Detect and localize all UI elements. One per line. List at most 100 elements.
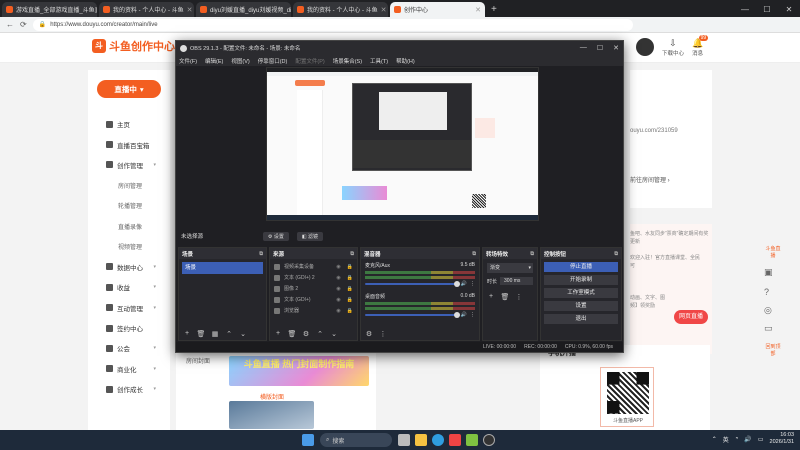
maximize-icon[interactable]: ☐ [597, 44, 603, 52]
gear-icon[interactable]: ⚙ [364, 330, 374, 338]
obs-menu-item[interactable]: 视图(V) [231, 57, 249, 65]
more-icon[interactable]: ⋮ [378, 330, 388, 338]
close-tab-icon[interactable]: ✕ [187, 6, 193, 14]
exit-button[interactable]: 退出 [544, 314, 618, 324]
wifi-icon[interactable]: ◔ [735, 436, 739, 442]
obs-menu-item[interactable]: 编辑(E) [205, 57, 223, 65]
edge-browser-icon[interactable] [432, 434, 444, 446]
more-icon[interactable]: ⋮ [470, 281, 475, 287]
refresh-icon[interactable]: ⟳ [20, 20, 27, 29]
rail-item-top[interactable]: 回到顶部 [764, 343, 782, 357]
obs-menu-item[interactable]: 工具(T) [370, 57, 388, 65]
maximize-icon[interactable]: ☐ [756, 2, 778, 17]
start-recording-button[interactable]: 开始录制 [544, 275, 618, 285]
more-icon[interactable]: ⋮ [514, 293, 524, 301]
feedback-icon[interactable]: ▭ [764, 323, 773, 334]
obs-preview[interactable] [266, 67, 539, 221]
obs-menu-item[interactable]: 配置文件(P) [295, 57, 324, 65]
browser-tab[interactable]: 我的资料 - 个人中心 - 斗鱼 ✕ [293, 2, 388, 17]
visibility-icon[interactable]: ◉ [336, 308, 340, 314]
dock-menu-icon[interactable]: ⧉ [259, 251, 263, 257]
up-arrow-icon[interactable]: ⌃ [224, 330, 234, 338]
headset-icon[interactable]: ◎ [764, 305, 772, 316]
app-icon[interactable] [449, 434, 461, 446]
dock-menu-icon[interactable]: ⧉ [614, 251, 618, 257]
taskview-icon[interactable] [398, 434, 410, 446]
more-icon[interactable]: ⋮ [470, 312, 475, 318]
sidebar-item[interactable]: 房间管理 [88, 175, 170, 195]
transition-select[interactable]: 渐变 ▾ [487, 263, 533, 273]
sidebar-item[interactable]: 商业化 ▾ [88, 359, 170, 379]
sidebar-item[interactable]: 视频管理 [88, 236, 170, 256]
source-item[interactable]: 视频采集设备 ◉ 🔒 [270, 261, 357, 272]
windows-start-icon[interactable] [302, 434, 314, 446]
trash-icon[interactable]: 🗑 [500, 293, 510, 301]
down-arrow-icon[interactable]: ⌄ [238, 330, 248, 338]
source-item[interactable]: 图像 2 ◉ 🔒 [270, 283, 357, 294]
sidebar-item[interactable]: 创作管理 ▾ [88, 155, 170, 175]
sidebar-item[interactable]: 数据中心 ▾ [88, 257, 170, 277]
sidebar-item[interactable]: 公会 ▾ [88, 338, 170, 358]
obs-menu-item[interactable]: 场景集合(S) [333, 57, 362, 65]
filter-icon[interactable]: ▦ [210, 330, 220, 338]
close-window-icon[interactable]: ✕ [613, 44, 619, 52]
studio-mode-button[interactable]: 工作室模式 [544, 288, 618, 298]
cover-guide-banner[interactable]: 斗鱼直播 热门封面制作指南 [229, 356, 369, 386]
volume-slider[interactable] [365, 281, 460, 287]
sidebar-item[interactable]: 签约中心 [88, 318, 170, 338]
visibility-icon[interactable]: ◉ [336, 286, 340, 292]
add-icon[interactable]: + [273, 330, 283, 337]
lock-icon[interactable]: 🔒 [347, 264, 353, 270]
obs-menu-item[interactable]: 帮助(H) [396, 57, 415, 65]
trash-icon[interactable]: 🗑 [287, 330, 297, 338]
source-item[interactable]: 文本 (GDI+) ◉ 🔒 [270, 294, 357, 305]
back-icon[interactable]: ← [6, 20, 14, 29]
chevron-up-icon[interactable]: ⌃ [712, 436, 717, 443]
obs-menu-item[interactable]: 文件(F) [179, 57, 197, 65]
messages-button[interactable]: 🔔 消息 99 [692, 35, 709, 57]
scene-item[interactable]: 场景 [182, 262, 263, 274]
battery-icon[interactable]: ▭ [758, 436, 764, 443]
site-logo[interactable]: 斗斗鱼创作中心 [92, 38, 175, 54]
trash-icon[interactable]: 🗑 [196, 330, 206, 338]
new-tab-icon[interactable]: + [491, 2, 497, 17]
browser-tab-active[interactable]: 创作中心 ✕ [390, 2, 485, 17]
volume-slider-knob[interactable] [453, 312, 460, 318]
live-icon[interactable]: ▣ [764, 267, 773, 278]
obs-menu-item[interactable]: 停靠窗口(D) [258, 57, 288, 65]
help-icon[interactable]: ? [764, 287, 769, 297]
speaker-icon[interactable]: 🔊 [744, 436, 751, 443]
clock[interactable]: 16:03 2026/1/31 [770, 432, 794, 446]
lock-icon[interactable]: 🔒 [347, 308, 353, 314]
down-arrow-icon[interactable]: ⌄ [329, 330, 339, 338]
sidebar-item[interactable]: 轮播管理 [88, 196, 170, 216]
visibility-icon[interactable]: ◉ [336, 297, 340, 303]
minimize-icon[interactable]: — [580, 44, 587, 52]
source-filters-button[interactable]: ◧ 滤镜 [296, 231, 324, 241]
sidebar-item[interactable]: 收益 ▾ [88, 277, 170, 297]
dock-menu-icon[interactable]: ⧉ [530, 251, 534, 257]
download-center-button[interactable]: ⇩ 下载中心 [662, 38, 684, 57]
browser-tab[interactable]: diyu刘媛直播_diyu刘媛视频_diyu刘...✕ [196, 2, 291, 17]
sidebar-item[interactable]: 互动管理 ▾ [88, 298, 170, 318]
source-item[interactable]: 浏览器 ◉ 🔒 [270, 305, 357, 316]
web-live-button[interactable]: 网页直播 [674, 310, 708, 324]
file-explorer-icon[interactable] [415, 434, 427, 446]
volume-slider-knob[interactable] [453, 281, 460, 287]
browser-tab[interactable]: 游戏直播_全部游戏直播_斗鱼直播✕ [2, 2, 97, 17]
manage-room-link[interactable]: 前往房间管理 › [630, 175, 670, 184]
duration-field[interactable]: 300 ms [500, 277, 533, 285]
browser-tab[interactable]: 我的资料 - 个人中心 - 斗鱼 ✕ [99, 2, 194, 17]
close-tab-icon[interactable]: ✕ [475, 6, 481, 14]
add-icon[interactable]: + [486, 293, 496, 300]
avatar[interactable] [636, 38, 654, 56]
dock-menu-icon[interactable]: ⧉ [350, 251, 354, 257]
visibility-icon[interactable]: ◉ [336, 264, 340, 270]
obs-taskbar-icon[interactable] [483, 434, 495, 446]
sidebar-item[interactable]: 主页 [88, 114, 170, 134]
stop-streaming-button[interactable]: 停止直播 [544, 262, 618, 272]
source-settings-button[interactable]: ⚙ 设置 [263, 231, 289, 241]
minimize-icon[interactable]: — [734, 2, 756, 17]
language-indicator[interactable]: 英 [723, 435, 729, 444]
lock-icon[interactable]: 🔒 [347, 297, 353, 303]
